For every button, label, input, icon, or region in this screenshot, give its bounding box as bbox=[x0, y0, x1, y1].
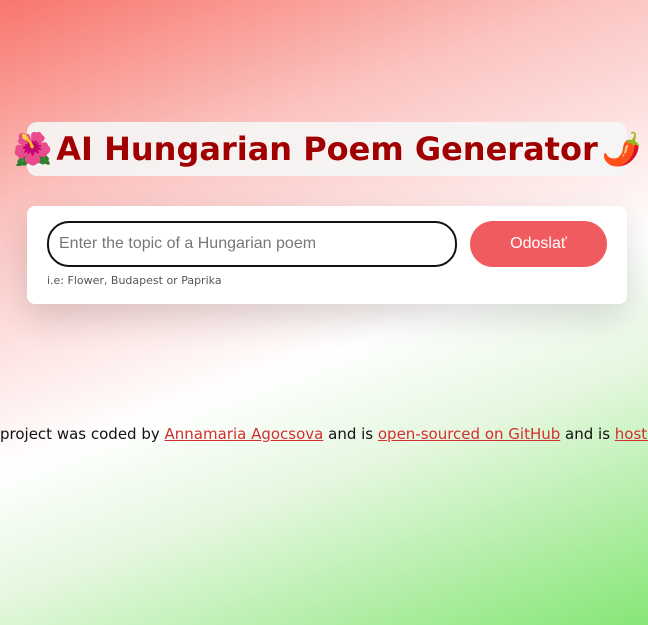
footer-text-2: and is bbox=[323, 425, 378, 443]
github-link[interactable]: open-sourced on GitHub bbox=[378, 425, 560, 443]
footer-text-3: and is bbox=[560, 425, 615, 443]
page-title: AI Hungarian Poem Generator bbox=[56, 130, 598, 168]
topic-input[interactable] bbox=[47, 221, 457, 267]
footer-text-1: project was coded by bbox=[0, 425, 165, 443]
submit-button[interactable]: Odoslať bbox=[470, 221, 607, 267]
author-link[interactable]: Annamaria Agocsova bbox=[165, 425, 324, 443]
input-hint: i.e: Flower, Budapest or Paprika bbox=[47, 274, 222, 287]
hosted-link[interactable]: hosted on bbox=[615, 425, 648, 443]
footer-credits: project was coded by Annamaria Agocsova … bbox=[0, 425, 648, 443]
chili-pepper-icon: 🌶️ bbox=[601, 130, 642, 168]
poem-form-card: Odoslať i.e: Flower, Budapest or Paprika bbox=[27, 206, 627, 304]
page-header: 🌺 AI Hungarian Poem Generator 🌶️ bbox=[12, 122, 642, 176]
hibiscus-icon: 🌺 bbox=[12, 130, 53, 168]
